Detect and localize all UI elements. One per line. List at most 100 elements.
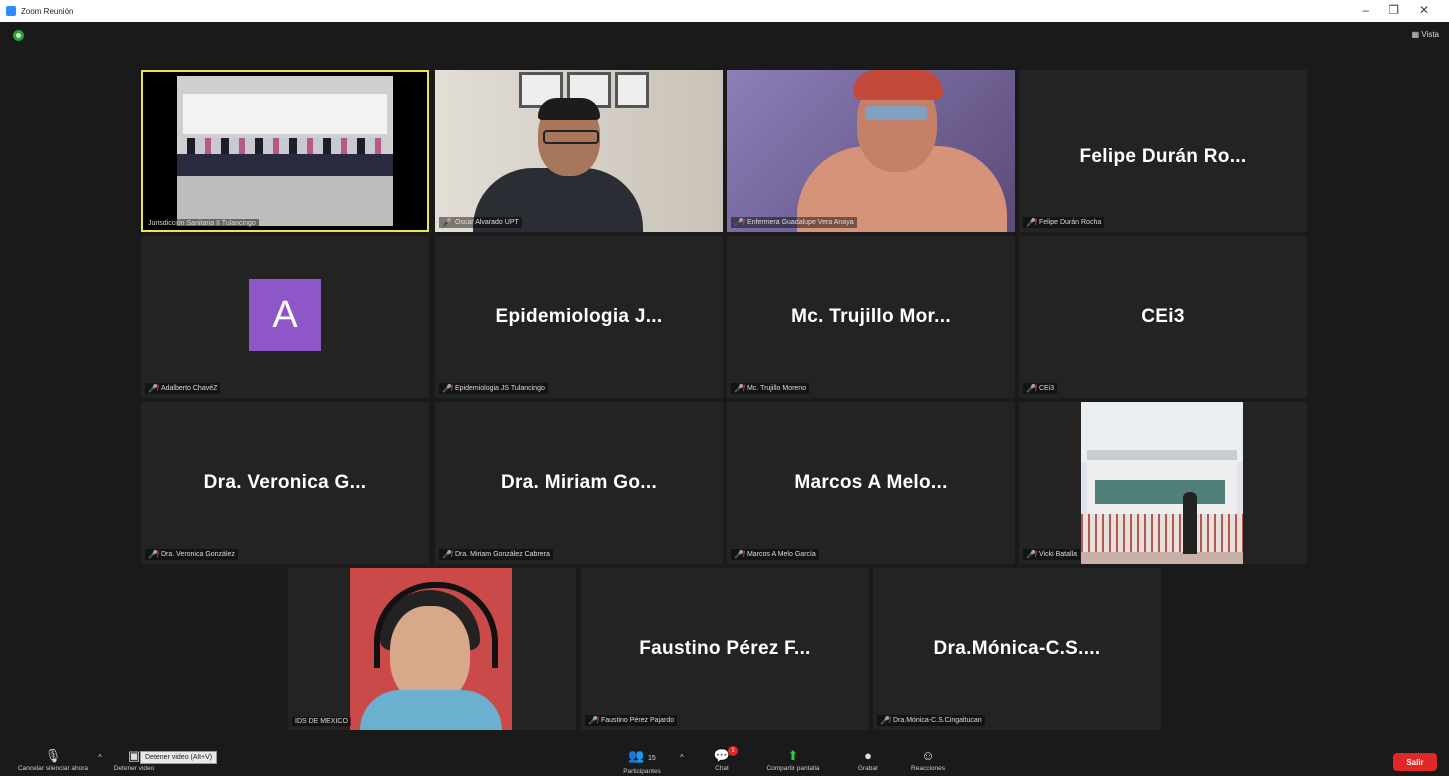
video-tile-8[interactable]: CEi3 🎤̸ CEi3 [1019, 236, 1307, 398]
muted-mic-icon: 🎤̸ [734, 384, 744, 393]
record-icon: ● [864, 748, 872, 763]
record-label: Grabar [857, 765, 879, 772]
meeting-toolbar: 🎙 Cancelar silenciar ahora ^ ▣ Detener v… [0, 745, 1449, 776]
video-tile-13[interactable]: IDS DE MEXICO [288, 568, 576, 730]
participants-label: Participantes [623, 768, 661, 775]
photo-windows [1095, 480, 1225, 504]
muted-mic-icon: 🎤̸ [442, 218, 452, 227]
participants-count: 15 [648, 755, 656, 762]
mute-button[interactable]: 🎙 Cancelar silenciar ahora [8, 745, 98, 773]
participant-display-name: Dra. Miriam Go... [500, 472, 658, 493]
participant-name-label: 🎤̸ Felipe Durán Rocha [1023, 217, 1105, 228]
close-icon[interactable]: ✕ [1419, 3, 1429, 17]
participant-name-label: IDS DE MEXICO [292, 717, 351, 726]
muted-mic-icon: 🎤̸ [588, 716, 598, 725]
view-button[interactable]: ▦ Vista [1412, 30, 1439, 39]
participants-options-chevron-icon[interactable]: ^ [680, 753, 684, 762]
participants-icon: 👥 15 [628, 748, 656, 763]
profile-photo [350, 568, 512, 730]
glasses [865, 106, 927, 120]
participant-display-name: Mc. Trujillo Mor... [791, 306, 951, 327]
photo-ground [1081, 552, 1243, 564]
photo-person [1183, 492, 1197, 554]
video-tile-12[interactable]: 🎤̸ Vicki Batalla [1019, 402, 1307, 564]
meeting-area: ▦ Vista Jurisdicción Sanitaria II Tulanc… [0, 22, 1449, 745]
muted-mic-icon: 🎤̸ [1026, 550, 1036, 559]
video-table [177, 154, 393, 176]
record-button[interactable]: ● Grabar [848, 745, 888, 773]
muted-mic-icon: 🎤̸ [148, 550, 158, 559]
glasses [543, 130, 599, 144]
microphone-icon: 🎙 [44, 748, 62, 763]
stop-video-tooltip: Detener video (Alt+V) [140, 751, 218, 764]
chat-unread-badge: 1 [728, 746, 738, 756]
mute-button-label: Cancelar silenciar ahora [17, 765, 89, 772]
audio-options-chevron-icon[interactable]: ^ [98, 753, 102, 762]
video-tile-6[interactable]: Epidemiologia J... 🎤̸ Epidemiologia JS Tu… [435, 236, 723, 398]
video-tile-15[interactable]: Dra.Mónica-C.S.... 🎤̸ Dra.Mónica-C.S.Cing… [873, 568, 1161, 730]
reactions-label: Reacciones [911, 765, 945, 772]
muted-mic-icon: 🎤̸ [880, 716, 890, 725]
video-tile-3[interactable]: 🎤̸ Enfermera Guadalupe Vera Anaya [727, 70, 1015, 232]
headset-icon [374, 582, 498, 668]
share-screen-icon: ⬆ [787, 748, 799, 763]
reactions-button[interactable]: ☺ Reacciones [900, 745, 956, 773]
participant-name-label: 🎤̸ Faustino Pérez Pajardo [585, 715, 678, 726]
photo-fence [1081, 514, 1243, 556]
video-tile-2[interactable]: 🎤̸ Oscar Alvarado UPT [435, 70, 723, 232]
minimize-icon[interactable]: – [1362, 3, 1369, 17]
participant-hair [538, 98, 600, 120]
muted-mic-icon: 🎤̸ [734, 218, 744, 227]
muted-mic-icon: 🎤̸ [1026, 384, 1036, 393]
share-screen-button[interactable]: ⬆ Compartir pantalla [752, 745, 834, 773]
photo-shirt [360, 690, 502, 730]
zoom-logo-icon [6, 6, 16, 16]
wall-frame [615, 72, 649, 108]
participant-display-name: Felipe Durán Ro... [1079, 146, 1247, 167]
reactions-icon: ☺ [921, 748, 935, 763]
video-tile-10[interactable]: Dra. Miriam Go... 🎤̸ Dra. Miriam González… [435, 402, 723, 564]
chat-label: Chat [715, 765, 729, 772]
participant-display-name: Faustino Pérez F... [639, 638, 811, 659]
window-title: Zoom Reunión [21, 6, 74, 16]
share-screen-label: Compartir pantalla [766, 765, 820, 772]
muted-mic-icon: 🎤̸ [734, 550, 744, 559]
participant-name-label: Jurisdicción Sanitaria II Tulancingo [145, 219, 259, 228]
participant-name-label: 🎤̸ Oscar Alvarado UPT [439, 217, 522, 228]
muted-mic-icon: 🎤̸ [442, 384, 452, 393]
participant-display-name: Dra.Mónica-C.S.... [933, 638, 1101, 659]
video-tile-4[interactable]: Felipe Durán Ro... 🎤̸ Felipe Durán Rocha [1019, 70, 1307, 232]
participant-name-label: 🎤̸ Vicki Batalla [1023, 549, 1080, 560]
view-button-label: Vista [1421, 30, 1439, 39]
muted-mic-icon: 🎤̸ [148, 384, 158, 393]
window-titlebar: Zoom Reunión – ❐ ✕ [0, 0, 1449, 22]
stop-video-label: Detener video [113, 765, 155, 772]
participant-name-label: 🎤̸ Dra. Veronica González [145, 549, 238, 560]
security-shield-icon[interactable] [13, 30, 24, 41]
muted-mic-icon: 🎤̸ [1026, 218, 1036, 227]
video-tile-7[interactable]: Mc. Trujillo Mor... 🎤̸ Mc. Trujillo Moren… [727, 236, 1015, 398]
video-tile-1[interactable]: Jurisdicción Sanitaria II Tulancingo [141, 70, 429, 232]
participants-button[interactable]: 👥 15 Participantes [612, 745, 672, 776]
participant-display-name: Epidemiologia J... [495, 306, 663, 327]
muted-mic-icon: 🎤̸ [442, 550, 452, 559]
participant-name-label: 🎤̸ Dra.Mónica-C.S.Cingaltucan [877, 715, 985, 726]
profile-photo [1081, 402, 1243, 564]
participant-name-label: 🎤̸ Dra. Miriam González Cabrera [439, 549, 553, 560]
video-tile-14[interactable]: Faustino Pérez F... 🎤̸ Faustino Pérez Paj… [581, 568, 869, 730]
participant-name-label: 🎤̸ CEi3 [1023, 383, 1058, 394]
participant-name-label: 🎤̸ Enfermera Guadalupe Vera Anaya [731, 217, 857, 228]
video-feed [177, 76, 393, 226]
video-tile-5[interactable]: A 🎤̸ Adalberto ChavéZ [141, 236, 429, 398]
restore-icon[interactable]: ❐ [1388, 3, 1399, 17]
participant-display-name: CEi3 [1141, 306, 1185, 327]
participant-display-name: Dra. Veronica G... [203, 472, 367, 493]
participant-name-label: 🎤̸ Epidemiologia JS Tulancingo [439, 383, 548, 394]
video-tile-11[interactable]: Marcos A Melo... 🎤̸ Marcos A Melo García [727, 402, 1015, 564]
participant-display-name: Marcos A Melo... [794, 472, 948, 493]
video-tile-9[interactable]: Dra. Veronica G... 🎤̸ Dra. Veronica Gonzá… [141, 402, 429, 564]
leave-meeting-button[interactable]: Salir [1393, 753, 1437, 771]
avatar: A [249, 279, 321, 351]
chat-button[interactable]: 💬 1 Chat [704, 745, 740, 772]
participant-name-label: 🎤̸ Adalberto ChavéZ [145, 383, 221, 394]
